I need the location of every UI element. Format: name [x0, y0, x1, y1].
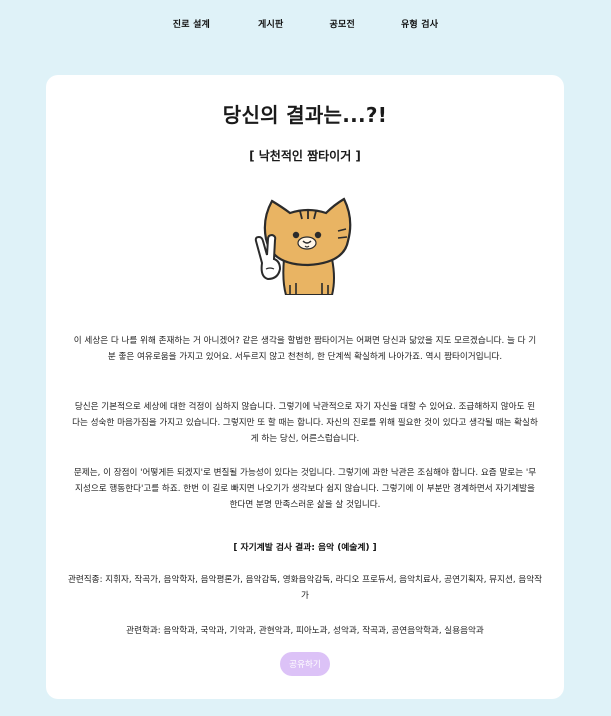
related-majors: 관련학과: 음악학과, 국악과, 기악과, 관현악과, 피아노과, 성악과, 작… — [126, 626, 484, 636]
cat-character-icon — [254, 197, 352, 295]
result-paragraph-1: 이 세상은 다 나를 위해 존재하는 거 아니겠어? 같은 생각을 할법한 짬타… — [73, 336, 537, 362]
related-jobs: 관련직종: 지휘자, 작곡가, 음악학자, 음악평론가, 음악감독, 영화음악감… — [67, 575, 543, 601]
nav-career-design[interactable]: 진로 설계 — [173, 17, 210, 30]
result-card: 당신의 결과는...?! [ 낙천적인 짬타이거 ] 이 세상은 다 나를 위해… — [46, 75, 564, 699]
result-paragraph-3: 문제는, 이 장점이 '어떻게든 되겠지'로 변질될 가능성이 있다는 것입니다… — [73, 468, 537, 510]
result-paragraph-2: 당신은 기본적으로 세상에 대한 걱정이 심하지 않습니다. 그렇기에 낙관적으… — [72, 402, 538, 444]
top-navigation: 진로 설계 게시판 공모전 유형 검사 — [0, 0, 611, 46]
nav-board[interactable]: 게시판 — [258, 17, 283, 30]
share-button[interactable]: 공유하기 — [280, 652, 330, 676]
nav-contest[interactable]: 공모전 — [330, 17, 355, 30]
nav-type-test[interactable]: 유형 검사 — [401, 17, 438, 30]
result-title: 당신의 결과는...?! — [222, 103, 388, 127]
self-development-result: [ 자기계발 검사 결과: 음악 (예술계) ] — [233, 543, 377, 553]
result-type-name: [ 낙천적인 짬타이거 ] — [249, 149, 361, 163]
